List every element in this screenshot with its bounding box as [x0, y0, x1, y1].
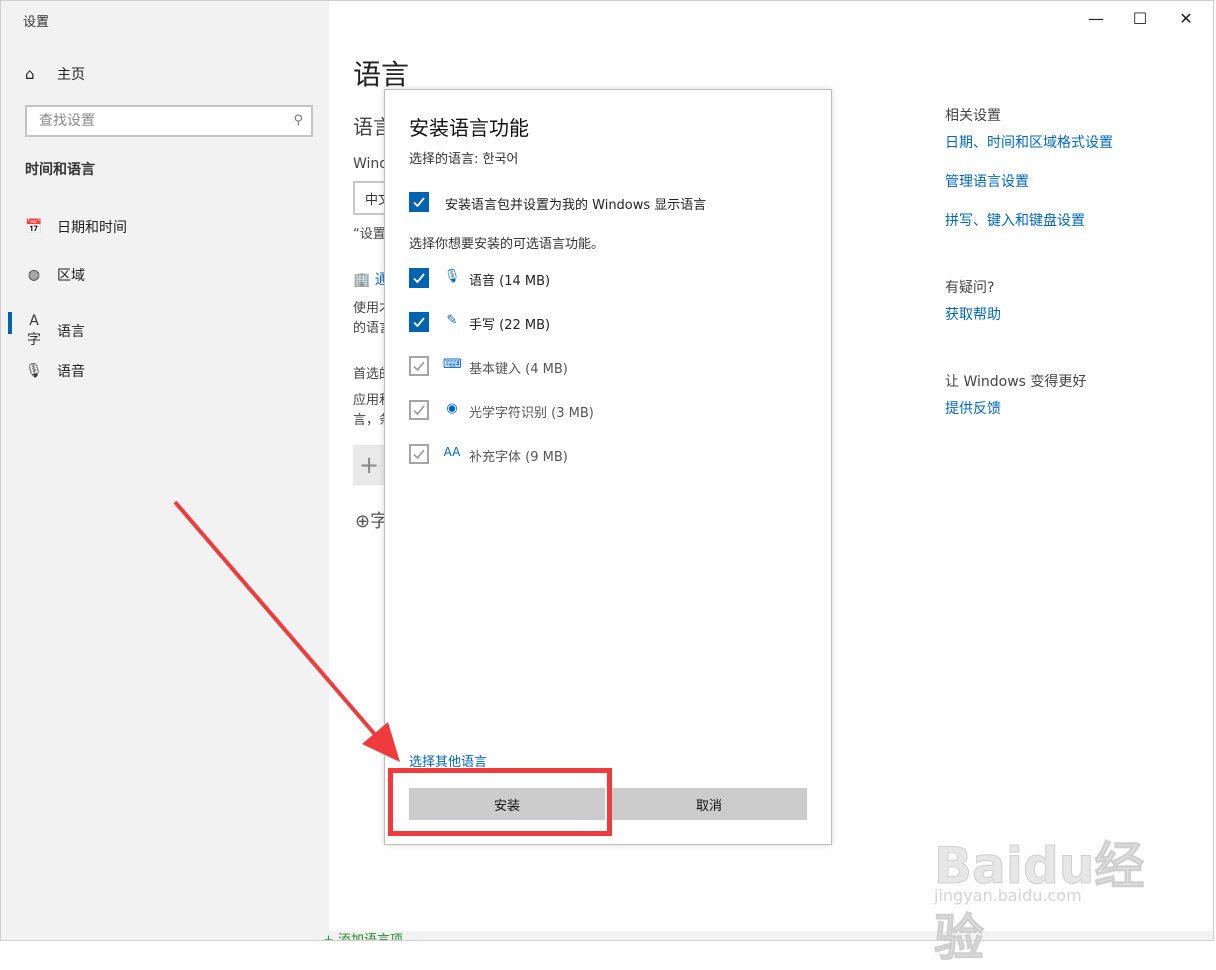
baidu-watermark: Baidu经验 jingyan.baidu.com: [926, 808, 1166, 968]
annotation-arrow: [173, 500, 400, 762]
watermark-url: jingyan.baidu.com: [934, 886, 1082, 905]
annotation-arrow-line: [173, 500, 380, 740]
